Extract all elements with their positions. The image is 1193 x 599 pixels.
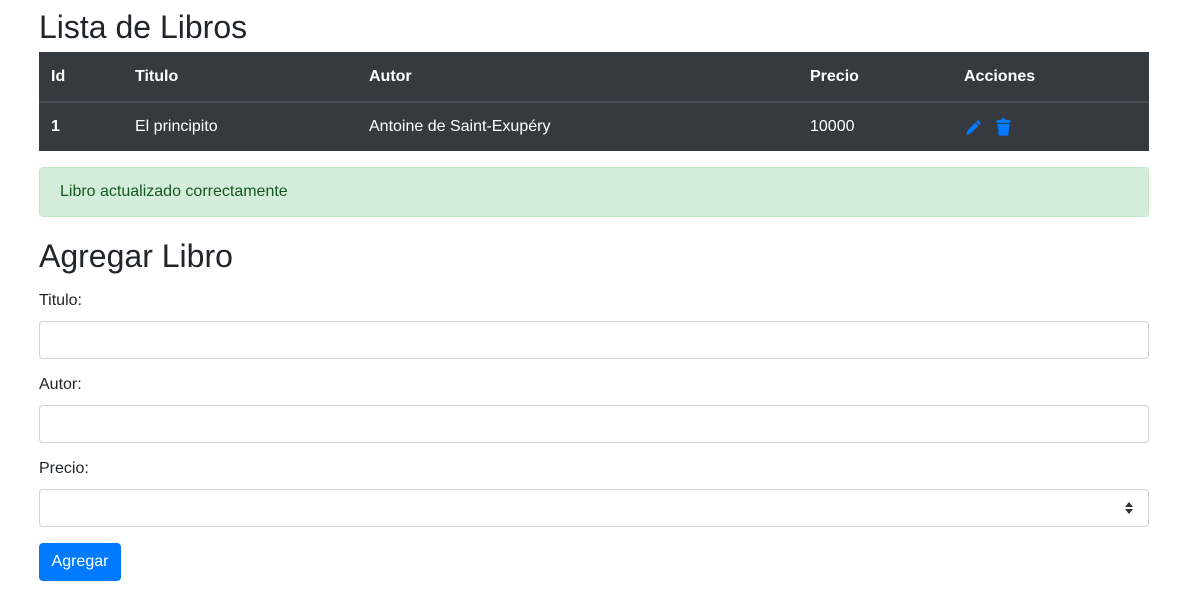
delete-button[interactable] (994, 117, 1012, 137)
titulo-input[interactable] (39, 321, 1149, 359)
alert-message: Libro actualizado correctamente (60, 183, 288, 200)
page-title: Lista de Libros (39, 9, 248, 45)
precio-wrapper (39, 489, 1149, 527)
precio-input[interactable] (39, 489, 1149, 527)
add-button[interactable]: Agregar (39, 543, 121, 581)
autor-group: Autor: (39, 375, 1149, 443)
books-table: Id Titulo Autor Precio Acciones 1 El pri… (39, 52, 1149, 151)
precio-label: Precio: (39, 460, 89, 477)
titulo-group: Titulo: (39, 291, 1149, 359)
add-book-form: Titulo: Autor: Precio: Agregar (39, 291, 1149, 581)
cell-precio: 10000 (810, 118, 855, 135)
table-header-row: Id Titulo Autor Precio Acciones (39, 52, 1149, 103)
spinner-down-icon (1125, 509, 1133, 514)
trash-icon (996, 118, 1010, 136)
column-header-acciones: Acciones (952, 52, 1149, 103)
cell-acciones (952, 102, 1149, 151)
titulo-label: Titulo: (39, 292, 82, 309)
cell-titulo: El principito (135, 118, 218, 135)
cell-id: 1 (51, 118, 60, 135)
column-header-precio: Precio (798, 52, 952, 103)
main-container: Lista de Libros Id Titulo Autor Precio A… (39, 0, 1149, 581)
form-title: Agregar Libro (39, 238, 233, 274)
table-row: 1 El principito Antoine de Saint-Exupéry… (39, 102, 1149, 151)
success-alert: Libro actualizado correctamente (39, 167, 1149, 217)
column-header-id: Id (39, 52, 123, 103)
cell-autor: Antoine de Saint-Exupéry (369, 118, 551, 135)
row-actions (964, 117, 1137, 137)
pencil-icon (966, 119, 981, 135)
column-header-autor: Autor (357, 52, 798, 103)
autor-label: Autor: (39, 376, 82, 393)
precio-group: Precio: (39, 459, 1149, 527)
column-header-titulo: Titulo (123, 52, 357, 103)
number-spinner[interactable] (1123, 498, 1135, 518)
autor-input[interactable] (39, 405, 1149, 443)
edit-button[interactable] (964, 117, 982, 137)
spinner-up-icon (1125, 502, 1133, 507)
